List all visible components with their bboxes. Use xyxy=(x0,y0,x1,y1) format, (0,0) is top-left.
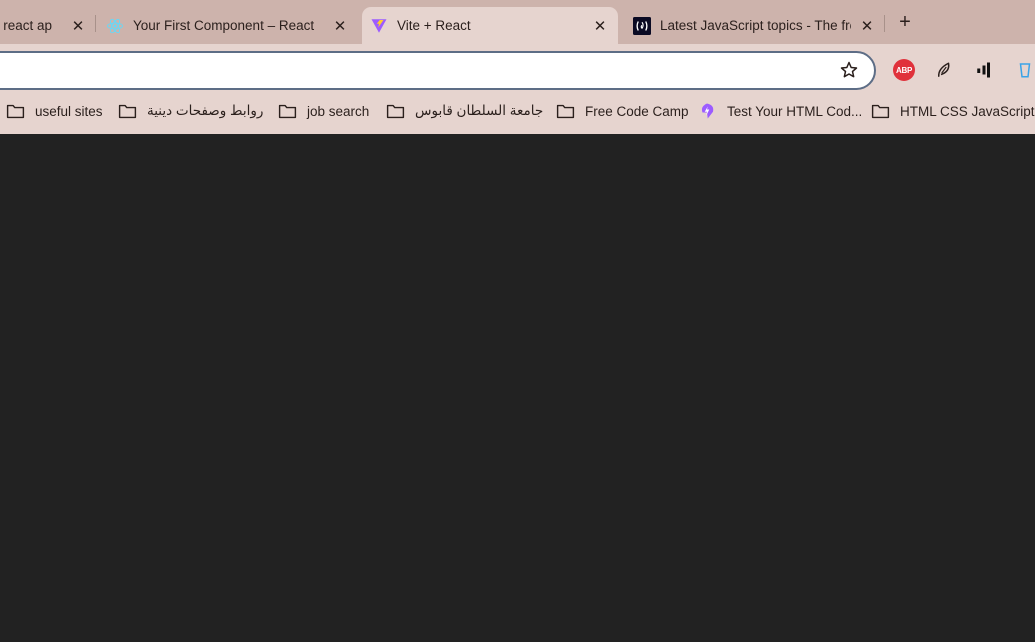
tab-separator xyxy=(95,15,96,32)
tab-react-app[interactable]: g react ap ✕ xyxy=(0,7,88,44)
bookmark-label: جامعة السلطان قابوس xyxy=(415,103,544,118)
abp-label: ABP xyxy=(896,65,912,75)
bookmark-label: Free Code Camp xyxy=(585,103,689,119)
bookmark-folder-job-search[interactable]: job search xyxy=(278,97,369,125)
tab-title: Vite + React xyxy=(397,18,471,33)
bookmark-label: Test Your HTML Cod... xyxy=(727,103,863,119)
folder-icon xyxy=(118,103,138,119)
cup-extension-icon[interactable] xyxy=(1014,59,1035,81)
bookmarks-bar: useful sites روابط وصفحات دينية job sear… xyxy=(0,97,1035,125)
tab-separator xyxy=(884,15,885,32)
bookmark-folder-religious-links[interactable]: روابط وصفحات دينية xyxy=(118,97,263,125)
tab-vite-react[interactable]: Vite + React ✕ xyxy=(362,7,618,44)
bars-extension-icon[interactable] xyxy=(973,59,995,81)
bookmark-label: useful sites xyxy=(35,103,103,119)
bookmark-folder-squ[interactable]: جامعة السلطان قابوس xyxy=(386,97,543,125)
bookmark-folder-html-css-javascript[interactable]: HTML CSS JavaScript xyxy=(871,97,1035,125)
bookmark-label: job search xyxy=(307,103,370,119)
freecodecamp-favicon-icon xyxy=(633,16,651,35)
new-tab-button[interactable]: + xyxy=(894,11,916,33)
bolt-favicon-icon xyxy=(698,103,718,119)
folder-icon xyxy=(556,103,576,119)
tab-close-icon[interactable]: ✕ xyxy=(68,16,88,36)
bookmark-label: روابط وصفحات دينية xyxy=(147,103,264,118)
address-bar[interactable] xyxy=(0,51,876,90)
bookmark-folder-free-code-camp[interactable]: Free Code Camp xyxy=(556,97,689,125)
bookmark-folder-useful-sites[interactable]: useful sites xyxy=(6,97,103,125)
tab-latest-javascript[interactable]: Latest JavaScript topics - The fre ✕ xyxy=(633,7,877,44)
folder-icon xyxy=(386,103,406,119)
tab-close-icon[interactable]: ✕ xyxy=(857,16,877,36)
tab-title: g react ap xyxy=(0,18,53,33)
tab-title: Latest JavaScript topics - The fre xyxy=(660,18,851,33)
tab-your-first-component[interactable]: Your First Component – React ✕ xyxy=(106,7,350,44)
page-viewport[interactable] xyxy=(0,134,1035,642)
react-favicon-icon xyxy=(106,17,124,35)
tab-close-icon[interactable]: ✕ xyxy=(590,16,610,36)
tab-title: Your First Component – React xyxy=(133,18,315,33)
folder-icon xyxy=(6,103,26,119)
bookmark-test-your-html[interactable]: Test Your HTML Cod... xyxy=(698,97,862,125)
folder-icon xyxy=(871,103,891,119)
vite-favicon-icon xyxy=(370,17,388,35)
tab-strip: g react ap ✕ Your First Component – Reac… xyxy=(0,0,1035,44)
bookmark-label: HTML CSS JavaScript xyxy=(900,103,1035,119)
adblock-plus-extension-icon[interactable]: ABP xyxy=(893,59,915,81)
bookmark-star-icon[interactable] xyxy=(838,59,860,81)
tab-close-icon[interactable]: ✕ xyxy=(330,16,350,36)
leaf-extension-icon[interactable] xyxy=(933,59,955,81)
folder-icon xyxy=(278,103,298,119)
